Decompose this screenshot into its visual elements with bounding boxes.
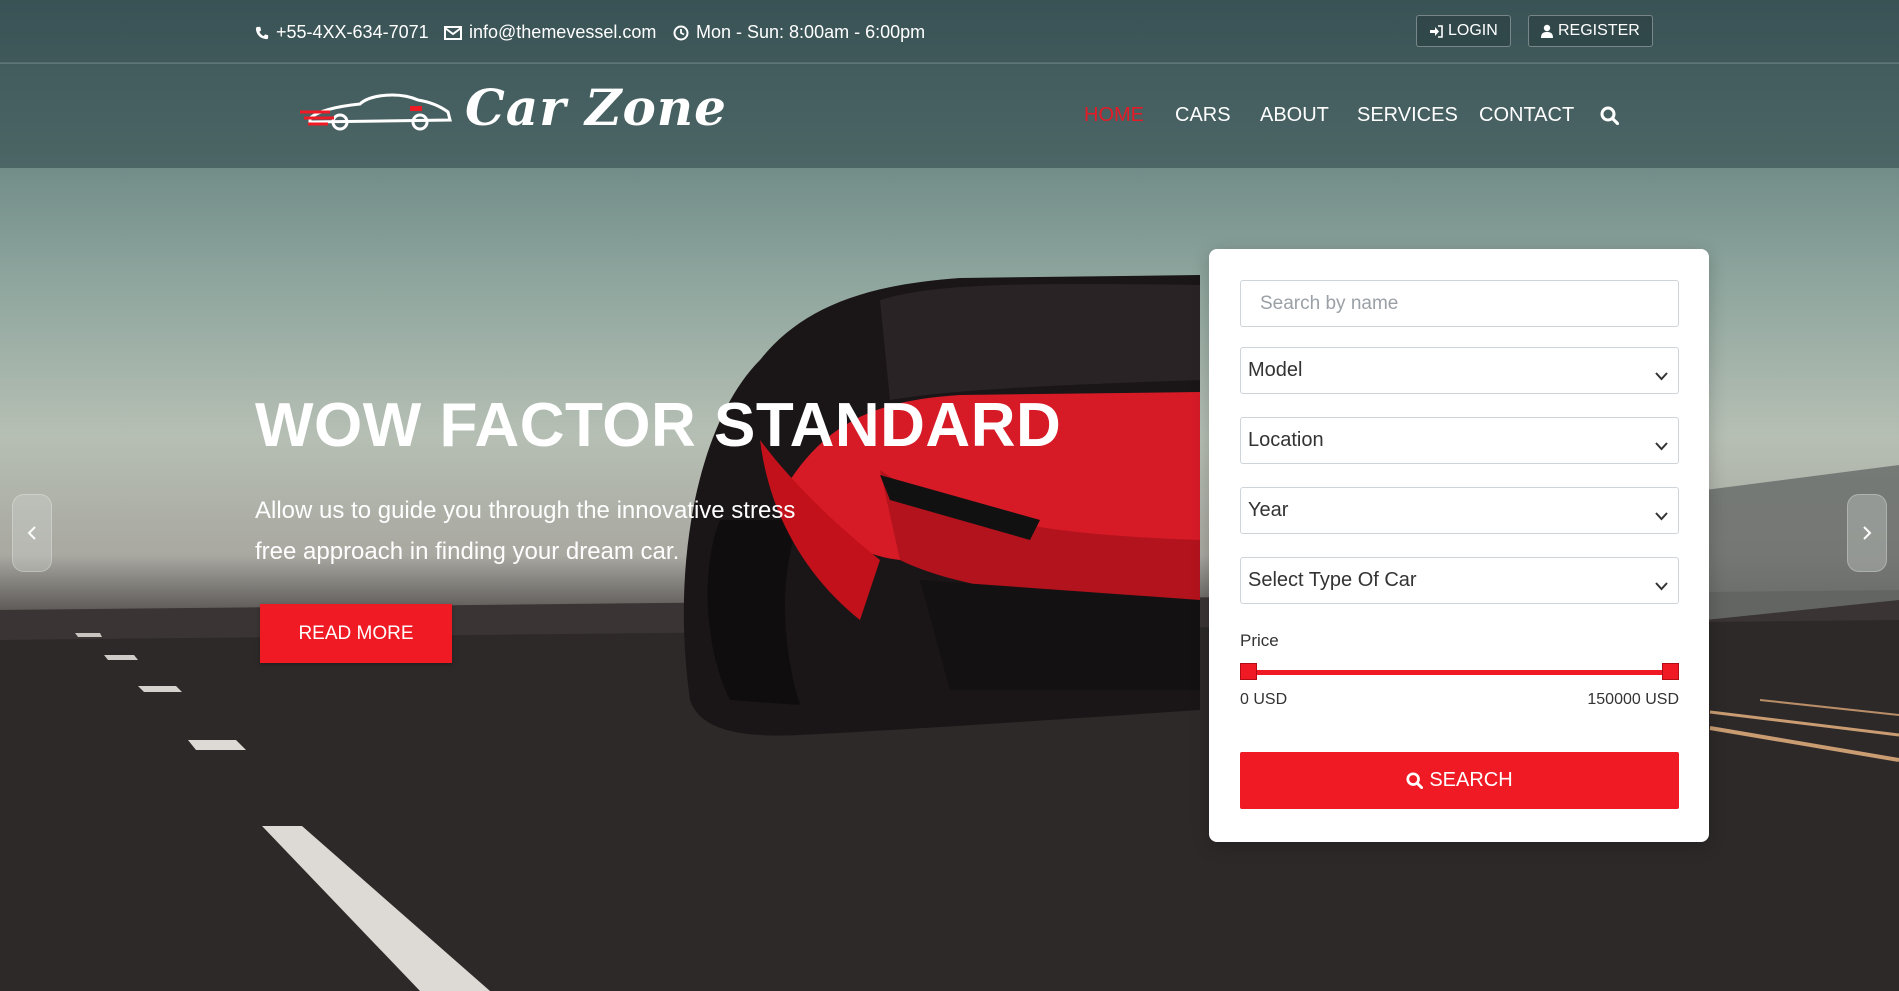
brand-name[interactable]: Car Zone [465,78,727,137]
register-label: REGISTER [1558,22,1640,39]
price-max-handle[interactable] [1662,663,1679,680]
price-min-value: 0 USD [1240,691,1288,708]
chevron-down-icon [1655,364,1668,387]
hours-info: Mon - Sun: 8:00am - 6:00pm [673,22,925,43]
nav-item-services[interactable]: SERVICES [1357,104,1458,127]
carousel-next-button[interactable] [1847,494,1887,572]
nav-item-contact[interactable]: CONTACT [1479,104,1574,127]
phone-info: +55-4XX-634-7071 [255,22,429,43]
sign-in-icon [1429,24,1443,38]
car-type-select[interactable]: Select Type Of Car [1240,557,1679,604]
email-text[interactable]: info@themevessel.com [469,22,656,43]
chevron-right-icon [1861,525,1873,541]
price-label: Price [1240,631,1279,650]
model-select-value: Model [1248,359,1303,381]
main-navbar: Car Zone HOME CARS ABOUT SERVICES CONTAC… [0,64,1899,168]
price-min-handle[interactable] [1240,663,1257,680]
phone-icon [255,26,269,40]
chevron-down-icon [1655,574,1668,597]
search-input[interactable] [1248,281,1678,326]
model-select[interactable]: Model [1240,347,1679,394]
price-range-track[interactable] [1245,670,1665,675]
register-button[interactable]: REGISTER [1528,15,1653,47]
car-type-select-value: Select Type Of Car [1248,569,1417,591]
search-button[interactable]: SEARCH [1240,752,1679,809]
search-icon[interactable] [1600,106,1620,130]
chevron-down-icon [1655,504,1668,527]
year-select[interactable]: Year [1240,487,1679,534]
hero-headline: WOW FACTOR STANDARD [255,391,1062,460]
year-select-value: Year [1248,499,1289,521]
chevron-down-icon [1655,434,1668,457]
email-info[interactable]: info@themevessel.com [444,22,656,43]
login-button[interactable]: LOGIN [1416,15,1511,47]
nav-item-cars[interactable]: CARS [1175,104,1231,127]
top-bar: +55-4XX-634-7071 info@themevessel.com Mo… [0,0,1899,63]
location-select-value: Location [1248,429,1324,451]
car-silhouette-icon[interactable] [300,86,460,141]
car-search-panel: Model Location Year Select Type Of Car P… [1209,249,1709,842]
clock-icon [673,25,689,41]
hours-text: Mon - Sun: 8:00am - 6:00pm [696,22,926,42]
nav-item-about[interactable]: ABOUT [1260,104,1329,127]
envelope-icon [444,25,462,40]
user-icon [1541,24,1553,38]
nav-item-home[interactable]: HOME [1084,104,1144,127]
hero-subtext: Allow us to guide you through the innova… [255,497,796,565]
search-button-label: SEARCH [1429,769,1513,791]
price-max-value: 150000 USD [1587,691,1679,708]
read-more-button[interactable]: READ MORE [260,604,452,663]
login-label: LOGIN [1448,22,1498,39]
location-select[interactable]: Location [1240,417,1679,464]
phone-text: +55-4XX-634-7071 [276,22,429,42]
search-icon [1406,772,1424,789]
chevron-left-icon [26,525,38,541]
search-name-field[interactable] [1240,280,1679,327]
carousel-prev-button[interactable] [12,494,52,572]
